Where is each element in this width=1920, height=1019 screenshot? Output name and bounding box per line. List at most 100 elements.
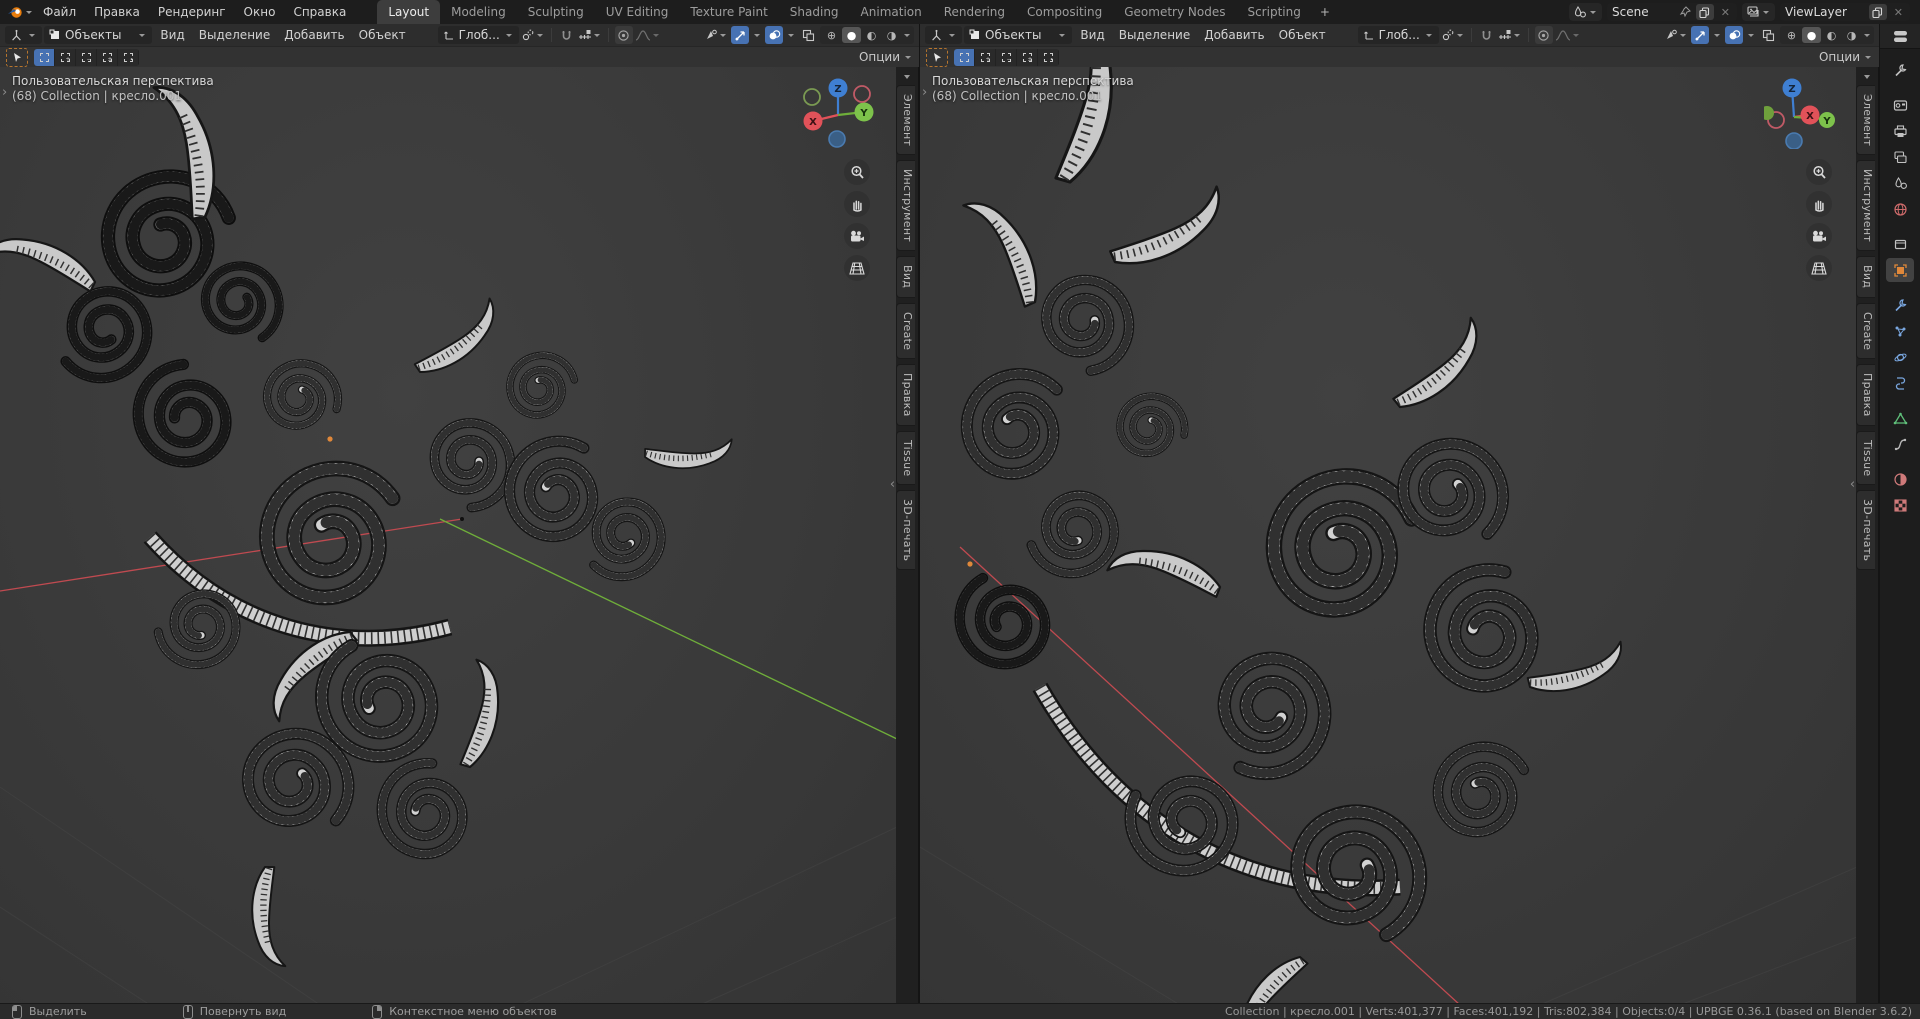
pin-icon[interactable]	[1679, 6, 1691, 18]
new-viewlayer-button[interactable]	[1869, 4, 1887, 20]
snap-toggle[interactable]	[558, 26, 576, 44]
snap-target-dropdown[interactable]	[1498, 26, 1522, 44]
properties-tab-world[interactable]	[1886, 197, 1914, 221]
properties-tab-modifiers[interactable]	[1886, 293, 1914, 317]
options-dropdown[interactable]: Опции	[1819, 50, 1860, 64]
scene-type-button[interactable]	[1569, 3, 1602, 21]
sidebar-tab-tissue[interactable]: Tissue	[1856, 431, 1875, 485]
viewport-canvas-right[interactable]: Пользовательская перспектива (68) Collec…	[920, 67, 1856, 1003]
unlink-scene-button[interactable]: ✕	[1719, 6, 1732, 19]
view-menu[interactable]: Вид	[154, 24, 190, 46]
sidebar-collapse-icon[interactable]	[1864, 75, 1870, 79]
shading-wireframe-button[interactable]: ⊕	[1782, 27, 1801, 43]
snap-toggle[interactable]	[1478, 26, 1496, 44]
workspace-tab-uv-editing[interactable]: UV Editing	[595, 0, 680, 24]
properties-tab-texture[interactable]	[1886, 493, 1914, 517]
scene-name[interactable]: Scene	[1612, 5, 1674, 19]
add-workspace-button[interactable]: +	[1312, 0, 1338, 24]
toolbar-expand-icon[interactable]: ›	[2, 85, 7, 100]
xray-toggle[interactable]	[1759, 26, 1777, 44]
show-overlays-toggle[interactable]	[1725, 26, 1743, 44]
pivot-point-dropdown[interactable]	[521, 26, 545, 44]
sidebar-tab-tool[interactable]: Инструмент	[1856, 160, 1875, 251]
workspace-tab-rendering[interactable]: Rendering	[933, 0, 1016, 24]
gizmo-toggle-caret-icon[interactable]	[1714, 34, 1720, 37]
add-menu[interactable]: Добавить	[1198, 24, 1270, 46]
shading-solid-button[interactable]: ●	[1802, 27, 1821, 43]
select-menu[interactable]: Выделение	[193, 24, 276, 46]
select-box-extend-button[interactable]: +	[55, 49, 76, 66]
workspace-tab-layout[interactable]: Layout	[377, 0, 440, 24]
toggle-ortho-button[interactable]	[1806, 255, 1832, 281]
shading-caret-icon[interactable]	[904, 34, 910, 37]
properties-tab-object-data[interactable]	[1886, 406, 1914, 430]
pan-button[interactable]	[1806, 191, 1832, 217]
select-box-invert-button[interactable]: ±	[97, 49, 118, 66]
sidebar-expand-icon[interactable]: ‹	[890, 477, 895, 492]
object-menu[interactable]: Объект	[353, 24, 412, 46]
show-overlays-toggle[interactable]	[765, 26, 783, 44]
transform-orientation-dropdown[interactable]: Глоб...	[1358, 26, 1439, 44]
active-tool-indicator[interactable]	[926, 48, 948, 67]
proportional-falloff-dropdown[interactable]	[635, 26, 661, 44]
shading-material-button[interactable]: ◐	[1822, 27, 1841, 43]
properties-tab-tool[interactable]	[1886, 58, 1914, 82]
sidebar-tab-view[interactable]: Вид	[1856, 256, 1875, 297]
gizmos-dropdown[interactable]	[1664, 26, 1688, 44]
add-menu[interactable]: Добавить	[278, 24, 350, 46]
properties-tab-shape[interactable]	[1886, 432, 1914, 456]
shading-material-button[interactable]: ◐	[862, 27, 881, 43]
workspace-tab-shading[interactable]: Shading	[779, 0, 850, 24]
select-box-invert-button[interactable]: ±	[1017, 49, 1038, 66]
select-box-new-button[interactable]	[34, 49, 55, 66]
workspace-tab-compositing[interactable]: Compositing	[1016, 0, 1113, 24]
proportional-edit-toggle[interactable]	[1535, 26, 1553, 44]
menu-window[interactable]: Окно	[235, 0, 285, 24]
viewlayer-field[interactable]: ViewLayer ✕	[1780, 3, 1910, 21]
pan-button[interactable]	[844, 191, 870, 217]
mode-selector[interactable]: Объекты	[964, 26, 1072, 44]
sidebar-tab-tissue[interactable]: Tissue	[896, 431, 915, 485]
show-gizmo-toggle[interactable]	[1691, 26, 1709, 44]
workspace-tab-texture-paint[interactable]: Texture Paint	[679, 0, 778, 24]
zoom-button[interactable]	[844, 159, 870, 185]
proportional-falloff-dropdown[interactable]	[1555, 26, 1581, 44]
proportional-edit-toggle[interactable]	[615, 26, 633, 44]
camera-view-button[interactable]	[844, 223, 870, 249]
workspace-tab-sculpting[interactable]: Sculpting	[517, 0, 595, 24]
object-menu[interactable]: Объект	[1273, 24, 1332, 46]
scene-field[interactable]: Scene ✕	[1607, 3, 1737, 21]
properties-tab-output[interactable]	[1886, 119, 1914, 143]
menu-help[interactable]: Справка	[284, 0, 355, 24]
overlays-caret-icon[interactable]	[788, 34, 794, 37]
select-box-intersect-button[interactable]: ∙	[1038, 49, 1059, 66]
gizmo-toggle-caret-icon[interactable]	[754, 34, 760, 37]
shading-rendered-button[interactable]: ◑	[1842, 27, 1861, 43]
select-box-subtract-button[interactable]: −	[76, 49, 97, 66]
properties-tab-object[interactable]	[1886, 258, 1914, 282]
camera-view-button[interactable]	[1806, 223, 1832, 249]
properties-tab-render[interactable]	[1886, 93, 1914, 117]
toggle-ortho-button[interactable]	[844, 255, 870, 281]
sidebar-tab-item[interactable]: Элемент	[896, 85, 915, 155]
sidebar-expand-icon[interactable]: ‹	[1850, 477, 1855, 492]
viewport-canvas-left[interactable]: Пользовательская перспектива (68) Collec…	[0, 67, 896, 1003]
remove-viewlayer-button[interactable]: ✕	[1892, 6, 1905, 19]
sidebar-tab-view[interactable]: Вид	[896, 256, 915, 297]
options-dropdown[interactable]: Опции	[859, 50, 900, 64]
select-menu[interactable]: Выделение	[1113, 24, 1196, 46]
properties-tab-scene[interactable]	[1886, 171, 1914, 195]
sidebar-tab-3dprint[interactable]: 3D-печать	[1856, 490, 1875, 570]
editor-type-button[interactable]	[5, 26, 42, 44]
shading-rendered-button[interactable]: ◑	[882, 27, 901, 43]
workspace-tab-modeling[interactable]: Modeling	[440, 0, 517, 24]
select-box-new-button[interactable]	[954, 49, 975, 66]
shading-wireframe-button[interactable]: ⊕	[822, 27, 841, 43]
sidebar-tab-create[interactable]: Create	[896, 303, 915, 359]
shading-caret-icon[interactable]	[1864, 34, 1870, 37]
select-box-subtract-button[interactable]: −	[996, 49, 1017, 66]
viewlayer-type-button[interactable]	[1742, 3, 1775, 21]
properties-tab-particles[interactable]	[1886, 319, 1914, 343]
toolbar-expand-icon[interactable]: ›	[922, 85, 927, 100]
shading-solid-button[interactable]: ●	[842, 27, 861, 43]
